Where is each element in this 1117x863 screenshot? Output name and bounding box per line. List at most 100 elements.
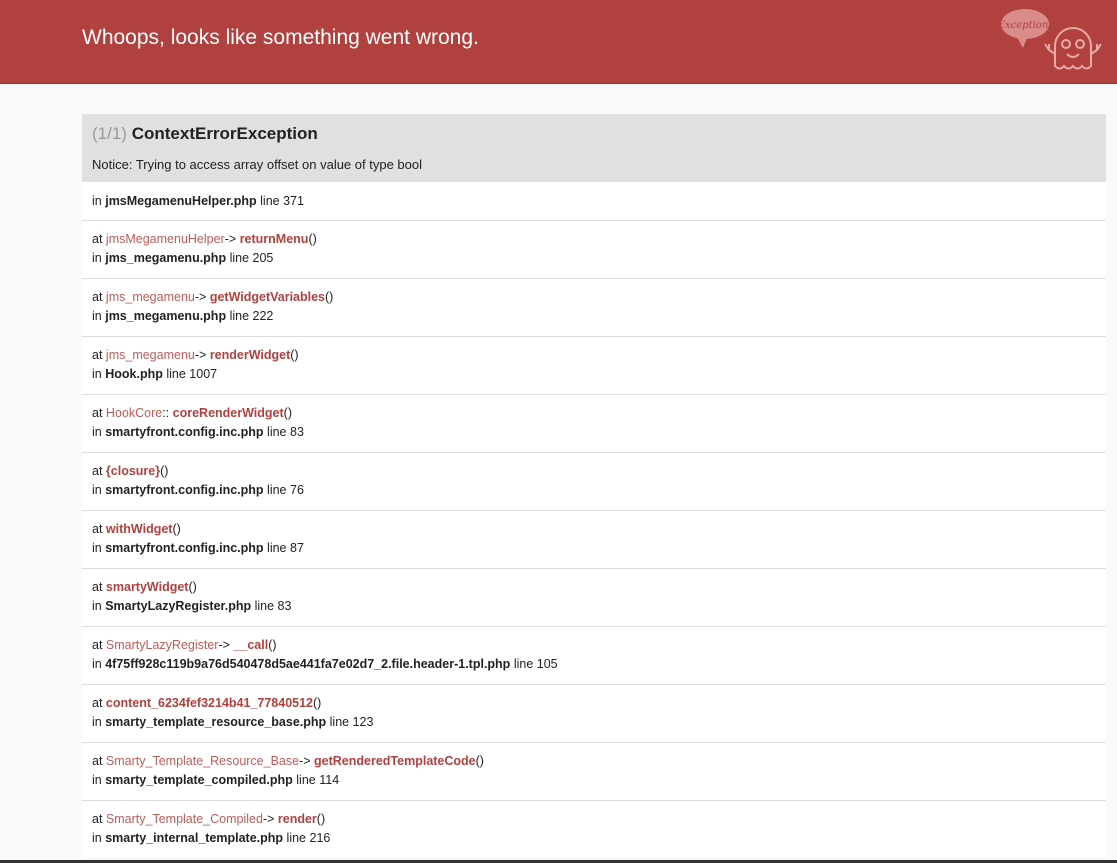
- in-label: in: [92, 194, 102, 208]
- parens: (): [325, 290, 334, 304]
- line-label: line: [260, 194, 280, 208]
- trace-line: 1007: [189, 367, 218, 381]
- trace-file: smarty_template_compiled.php: [105, 773, 293, 787]
- trace-file: 4f75ff928c119b9a76d540478d5ae441fa7e02d7…: [105, 657, 511, 671]
- trace-file: Hook.php: [105, 367, 163, 381]
- trace-class: jms_megamenu: [105, 348, 195, 362]
- exception-message: Notice: Trying to access array offset on…: [92, 157, 422, 172]
- line-label: line: [254, 599, 275, 613]
- line-label: line: [296, 773, 316, 787]
- trace-row: at content_6234fef3214b41_77840512() in …: [82, 684, 1106, 742]
- trace-line: 105: [536, 657, 558, 671]
- trace-line: 216: [309, 831, 331, 845]
- trace-separator: ->: [194, 348, 207, 362]
- trace-row: at jms_megamenu-> renderWidget() in Hook…: [82, 336, 1106, 394]
- trace-row: at withWidget() in smartyfront.config.in…: [82, 510, 1106, 568]
- line-label: line: [286, 831, 307, 845]
- parens: (): [283, 406, 292, 420]
- parens: (): [475, 754, 484, 768]
- at-label: at: [92, 812, 103, 826]
- trace-line: 114: [319, 773, 340, 787]
- trace-row: at jms_megamenu-> getWidgetVariables() i…: [82, 278, 1106, 336]
- trace-separator: ->: [194, 290, 207, 304]
- parens: (): [160, 464, 169, 478]
- page-title: Whoops, looks like something went wrong.: [82, 26, 479, 49]
- trace-separator: ->: [299, 754, 311, 768]
- trace-function: render: [277, 812, 317, 826]
- trace-function: renderWidget: [209, 348, 291, 362]
- at-label: at: [92, 638, 103, 652]
- line-label: line: [229, 309, 250, 323]
- trace-file: smarty_template_resource_base.php: [105, 715, 327, 729]
- trace-line: 123: [352, 715, 374, 729]
- at-label: at: [92, 348, 103, 362]
- trace-function: getRenderedTemplateCode: [314, 754, 476, 768]
- trace-class: jms_megamenu: [105, 290, 195, 304]
- exception-title: (1/1) ContextErrorException: [92, 124, 1096, 144]
- line-label: line: [267, 483, 287, 497]
- at-label: at: [92, 696, 103, 710]
- trace-line: 83: [277, 599, 292, 613]
- parens: (): [172, 522, 181, 536]
- svg-text:Exception!: Exception!: [997, 20, 1052, 31]
- file-name: jmsMegamenuHelper.php: [105, 194, 257, 208]
- trace-class: Smarty_Template_Resource_Base: [105, 754, 300, 768]
- line-label: line: [267, 425, 287, 439]
- exception-count: (1/1): [92, 124, 127, 143]
- in-label: in: [92, 367, 102, 381]
- exception-name: ContextErrorException: [131, 124, 318, 143]
- in-label: in: [92, 715, 102, 729]
- trace-file: smarty_internal_template.php: [105, 831, 284, 845]
- stack-trace: at jmsMegamenuHelper-> returnMenu() in j…: [82, 220, 1106, 858]
- in-label: in: [92, 425, 102, 439]
- trace-function: smartyWidget: [105, 580, 189, 594]
- trace-class: HookCore: [105, 406, 163, 420]
- parens: (): [188, 580, 197, 594]
- trace-row: at SmartyLazyRegister-> __call() in 4f75…: [82, 626, 1106, 684]
- trace-separator: ->: [224, 232, 237, 246]
- in-label: in: [92, 309, 102, 323]
- parens: (): [308, 232, 317, 246]
- trace-function: coreRenderWidget: [172, 406, 284, 420]
- trace-file: smartyfront.config.inc.php: [105, 483, 264, 497]
- trace-row: at smartyWidget() in SmartyLazyRegister.…: [82, 568, 1106, 626]
- at-label: at: [92, 232, 103, 246]
- in-label: in: [92, 251, 102, 265]
- trace-line: 222: [252, 309, 274, 323]
- trace-class: SmartyLazyRegister: [105, 638, 219, 652]
- trace-line: 205: [252, 251, 274, 265]
- in-label: in: [92, 773, 102, 787]
- trace-row: at Smarty_Template_Resource_Base-> getRe…: [82, 742, 1106, 800]
- in-label: in: [92, 541, 102, 555]
- trace-row: at {closure}() in smartyfront.config.inc…: [82, 452, 1106, 510]
- exception-location: in jmsMegamenuHelper.php line 371: [82, 182, 1106, 220]
- exception-ghost-logo-icon: Exception!: [997, 9, 1102, 70]
- trace-class: Smarty_Template_Compiled: [105, 812, 263, 826]
- line-label: line: [513, 657, 534, 671]
- in-label: in: [92, 483, 102, 497]
- trace-separator: ->: [218, 638, 230, 652]
- parens: (): [313, 696, 322, 710]
- trace-line: 87: [290, 541, 304, 555]
- parens: (): [268, 638, 277, 652]
- in-label: in: [92, 831, 102, 845]
- at-label: at: [92, 406, 103, 420]
- trace-row: at HookCore:: coreRenderWidget() in smar…: [82, 394, 1106, 452]
- trace-file: jms_megamenu.php: [105, 309, 227, 323]
- at-label: at: [92, 290, 103, 304]
- trace-function: returnMenu: [239, 232, 309, 246]
- trace-function: withWidget: [105, 522, 173, 536]
- trace-file: SmartyLazyRegister.php: [105, 599, 252, 613]
- in-label: in: [92, 657, 102, 671]
- trace-function: {closure}: [105, 464, 161, 478]
- in-label: in: [92, 599, 102, 613]
- line-label: line: [166, 367, 186, 381]
- at-label: at: [92, 464, 103, 478]
- error-header: Whoops, looks like something went wrong.…: [0, 0, 1117, 84]
- trace-file: smartyfront.config.inc.php: [105, 541, 264, 555]
- line-label: line: [267, 541, 287, 555]
- trace-function: __call: [233, 638, 269, 652]
- exception-header: (1/1) ContextErrorException Notice: Tryi…: [82, 114, 1106, 182]
- parens: (): [316, 812, 326, 826]
- line-label: line: [229, 251, 250, 265]
